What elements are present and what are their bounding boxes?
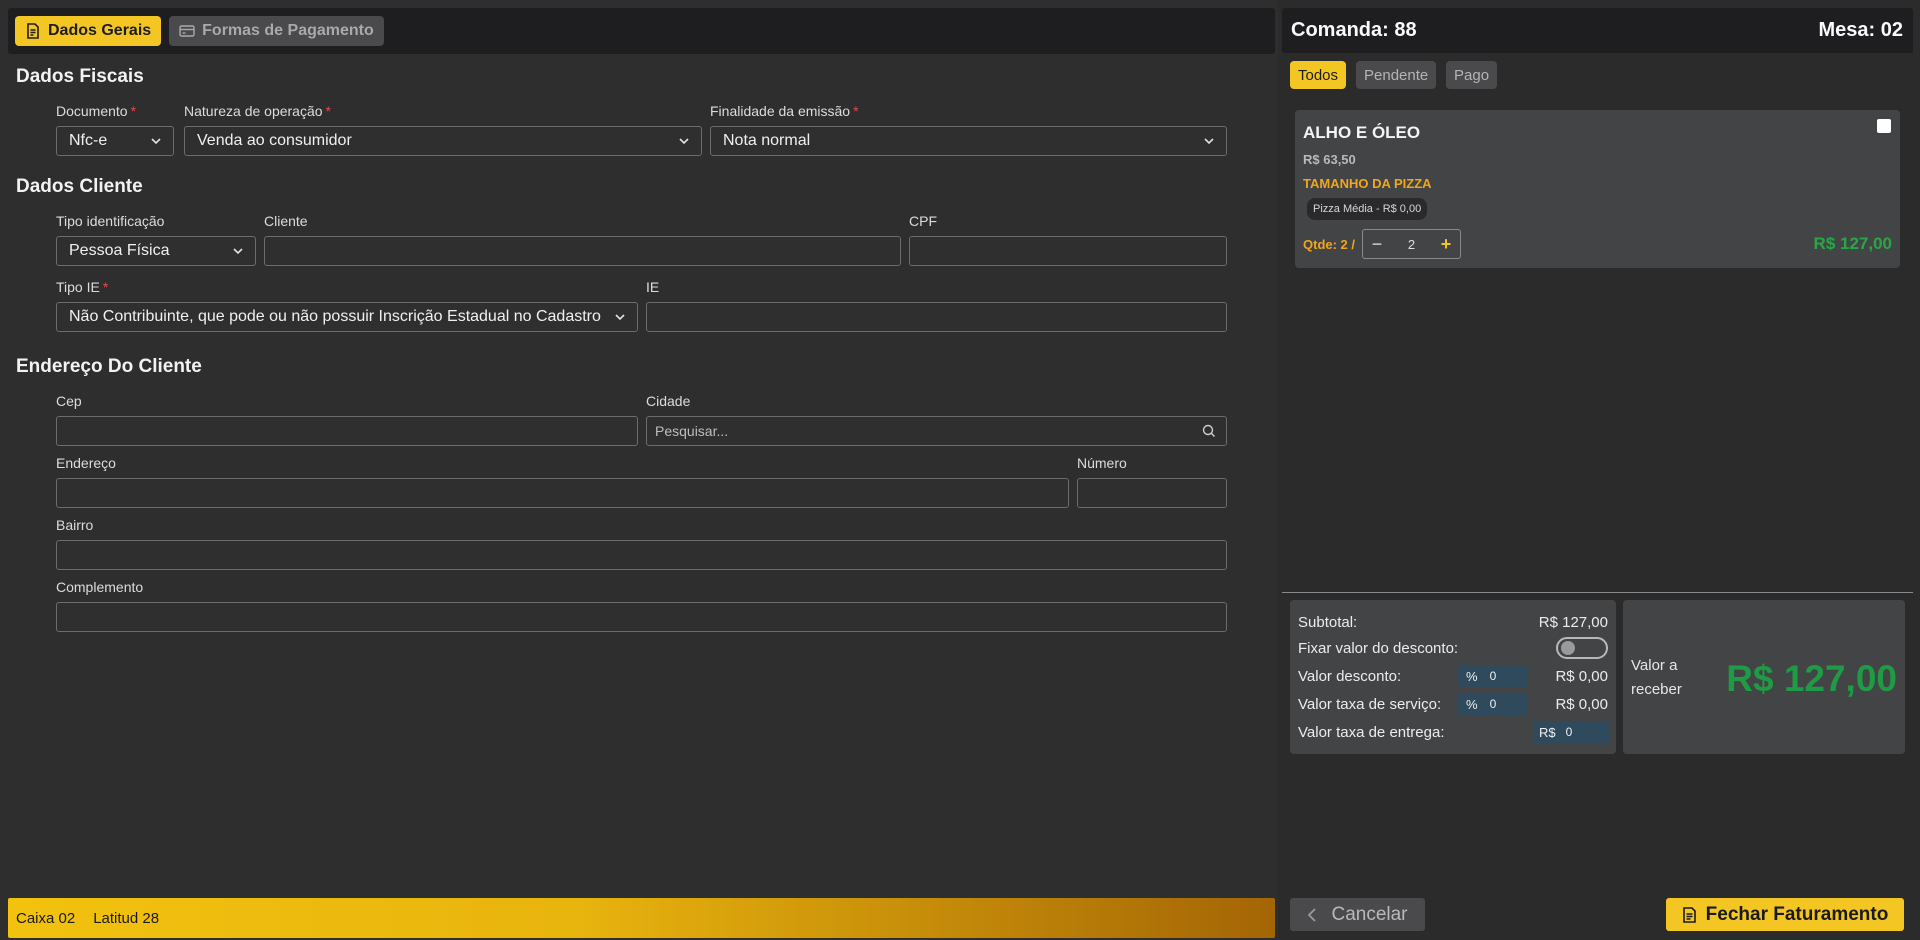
credit-card-icon [179,25,195,37]
ie-input[interactable] [646,302,1227,332]
plus-icon[interactable]: + [1432,230,1460,258]
taxa-servico-value: R$ 0,00 [1555,695,1608,713]
cidade-search-input[interactable]: Pesquisar... [646,416,1227,446]
valor-receber-label: Valor a receber [1631,657,1682,698]
tipo-identificacao-select[interactable]: Pessoa Física [56,236,256,266]
cliente-label: Cliente [264,213,308,229]
tab-label: Formas de Pagamento [202,22,374,39]
item-total: R$ 127,00 [1813,234,1892,253]
filter-pago[interactable]: Pago [1446,61,1498,89]
tab-formas-pagamento[interactable]: Formas de Pagamento [169,16,384,46]
required-mark: * [102,279,109,295]
order-item-card: ALHO E ÓLEO R$ 63,50 TAMANHO DA PIZZA Pi… [1295,110,1900,268]
taxa-servico-input[interactable]: % 0 [1458,693,1528,715]
fechar-faturamento-label: Fechar Faturamento [1705,903,1889,925]
valor-receber-box: Valor a receber R$ 127,00 [1623,600,1905,754]
complemento-label: Complemento [56,579,144,595]
bairro-input[interactable] [56,540,1227,570]
divider [1282,592,1913,593]
mesa-label: Mesa: 02 [1818,19,1904,41]
endereco-label: Endereço [56,455,116,471]
item-name: ALHO E ÓLEO [1303,123,1421,142]
chevron-down-icon [1192,127,1226,155]
quantity-value[interactable]: 2 [1408,237,1415,252]
cliente-input[interactable] [264,236,901,266]
latitud-status: Latitud 28 [93,909,160,927]
ie-label: IE [646,279,660,295]
chevron-down-icon [667,127,701,155]
subtotal-value: R$ 127,00 [1538,613,1608,631]
quantity-stepper: − 2 + [1362,229,1461,259]
documento-select[interactable]: Nfc-e [56,126,174,156]
desconto-input[interactable]: % 0 [1458,665,1528,687]
numero-label: Número [1077,455,1127,471]
tipo-ie-label: Tipo IE * [56,279,109,295]
item-checkbox[interactable] [1877,119,1891,133]
documento-label: Documento * [56,103,137,119]
fiscal-form-panel: Dados Gerais Formas de Pagamento Dados F… [0,0,1278,940]
status-bar: Caixa 02 Latitud 28 [8,898,1275,938]
cpf-input[interactable] [909,236,1227,266]
tab-dados-gerais[interactable]: Dados Gerais [15,16,162,46]
order-header: Comanda: 88 Mesa: 02 [1282,8,1913,53]
natureza-select[interactable]: Venda ao consumidor [184,126,702,156]
section-title-client: Dados Cliente [16,176,143,197]
numero-input[interactable] [1077,478,1227,508]
taxa-entrega-input[interactable]: R$ 0 [1533,721,1609,743]
percent-unit: % [1466,696,1478,712]
filter-todos[interactable]: Todos [1290,61,1347,89]
chevron-down-icon [221,237,255,265]
bairro-label: Bairro [56,517,94,533]
item-option-group: TAMANHO DA PIZZA [1303,176,1432,191]
tipo-ie-select[interactable]: Não Contribuinte, que pode ou não possui… [56,302,638,332]
toggle-knob [1561,641,1575,655]
complemento-input[interactable] [56,602,1227,632]
item-option-chip: Pizza Média - R$ 0,00 [1307,198,1428,220]
cancel-label: Cancelar [1331,903,1408,925]
section-title-fiscal: Dados Fiscais [16,66,144,87]
cep-label: Cep [56,393,82,409]
endereco-input[interactable] [56,478,1069,508]
chevron-left-icon [1308,907,1317,922]
form-tab-bar: Dados Gerais Formas de Pagamento [8,8,1275,54]
search-icon [1192,417,1226,445]
fixar-desconto-toggle[interactable] [1556,637,1608,659]
cancel-button[interactable]: Cancelar [1290,898,1425,931]
taxa-servico-row: Valor taxa de serviço: R$ 0,00 [1298,693,1608,715]
item-qty-label: Qtde: 2 / [1303,237,1356,252]
filter-pendente[interactable]: Pendente [1356,61,1437,89]
caixa-status: Caixa 02 [16,909,76,927]
subtotal-row: Subtotal: R$ 127,00 [1298,611,1608,633]
tipo-identificacao-label: Tipo identificação [56,213,165,229]
required-mark: * [853,103,859,119]
currency-unit: R$ [1539,724,1556,740]
section-title-address: Endereço Do Cliente [16,356,202,377]
finalidade-label: Finalidade da emissão * [710,103,859,119]
minus-icon[interactable]: − [1363,230,1391,258]
percent-unit: % [1466,668,1478,684]
tab-label: Dados Gerais [48,22,152,39]
chevron-down-icon [139,127,173,155]
valor-receber-value: R$ 127,00 [1726,658,1897,699]
chevron-down-icon [603,303,637,331]
desconto-value: R$ 0,00 [1555,667,1608,685]
comanda-label: Comanda: 88 [1291,19,1417,41]
required-mark: * [130,103,137,119]
desconto-row: Valor desconto: R$ 0,00 [1298,665,1608,687]
subtotal-label: Subtotal: [1298,613,1358,631]
summary-box: Subtotal: R$ 127,00 Fixar valor do desco… [1290,600,1616,754]
natureza-label: Natureza de operação * [184,103,331,119]
cidade-label: Cidade [646,393,691,409]
cep-input[interactable] [56,416,638,446]
item-unit-price: R$ 63,50 [1303,152,1356,167]
document-icon [27,23,39,39]
finalidade-select[interactable]: Nota normal [710,126,1227,156]
fechar-faturamento-button[interactable]: Fechar Faturamento [1666,898,1904,931]
invoice-icon [1682,906,1696,923]
cpf-label: CPF [909,213,937,229]
required-mark: * [325,103,331,119]
